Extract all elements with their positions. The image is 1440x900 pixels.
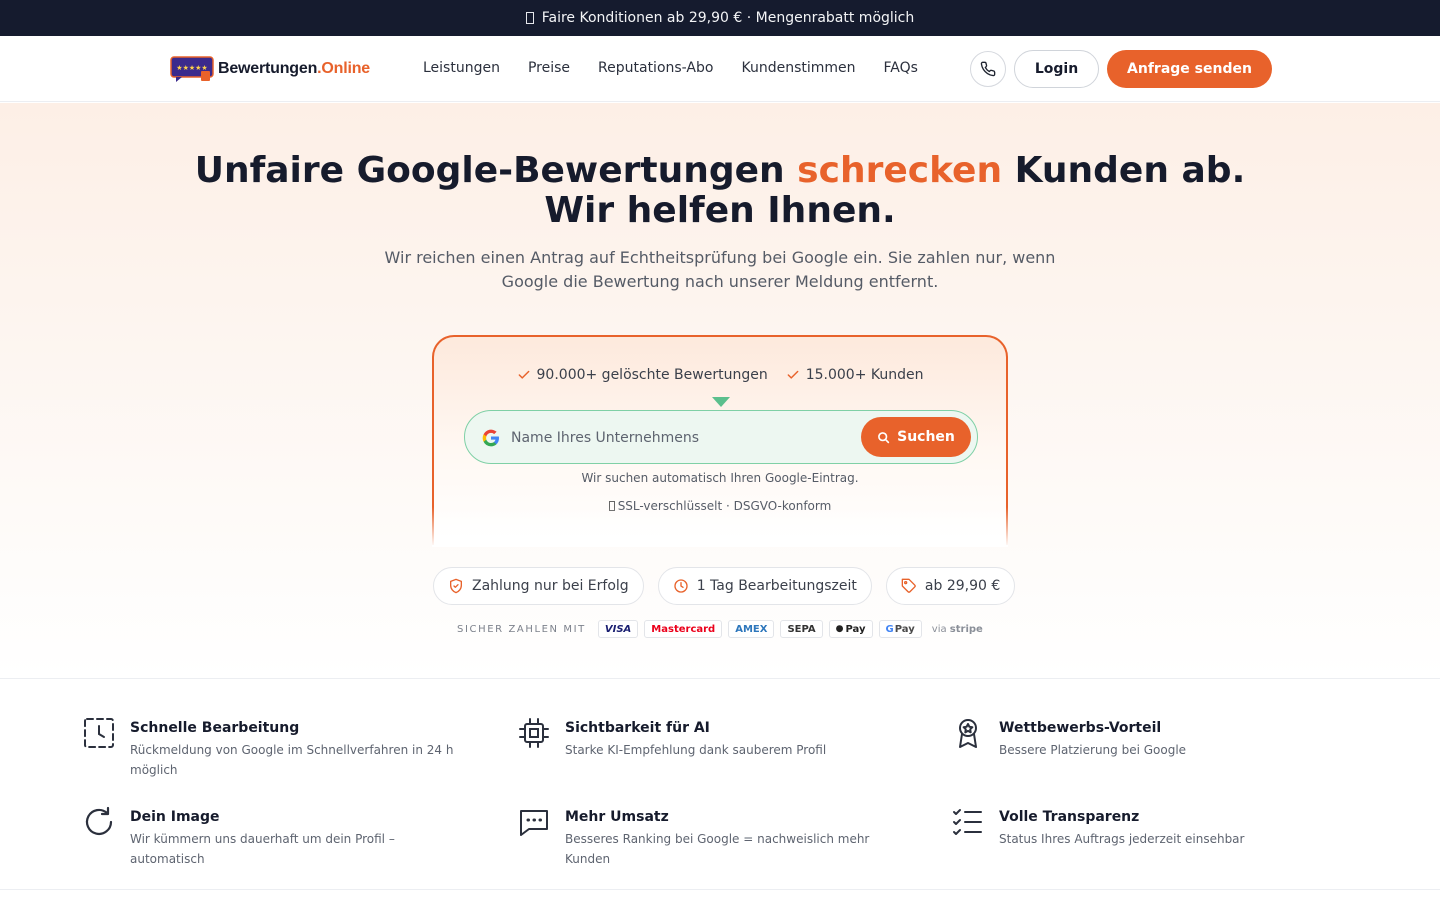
feature-desc: Rückmeldung von Google im Schnellverfahr… [130, 743, 454, 777]
feature-competitive-edge: Wettbewerbs-Vorteil Bessere Platzierung … [951, 719, 1329, 760]
login-button[interactable]: Login [1014, 50, 1099, 88]
check-icon [518, 370, 529, 379]
request-button[interactable]: Anfrage senden [1107, 50, 1272, 88]
nav-item-kundenstimmen[interactable]: Kundenstimmen [741, 60, 855, 76]
award-icon [959, 719, 977, 748]
clock-frame-icon [84, 718, 114, 748]
logo-badge-icon: ★★★★★ [170, 56, 214, 82]
payment-label: SICHER ZAHLEN MIT [457, 623, 586, 635]
nav-item-preise[interactable]: Preise [528, 60, 570, 76]
site-header: ★★★★★ Bewertungen.Online Leistungen Prei… [0, 36, 1440, 102]
section-divider-bottom [0, 889, 1440, 890]
hero-subtitle: Wir reichen einen Antrag auf Echtheitspr… [384, 248, 1056, 291]
announcement-text: Faire Konditionen ab 29,90 € · Mengenrab… [541, 10, 915, 26]
feature-fast-processing: Schnelle Bearbeitung Rückmeldung von Goo… [82, 718, 460, 780]
badge-processing-time: 1 Tag Bearbeitungszeit [657, 567, 872, 605]
hero-title: Unfaire Google-Bewertungen schrecken Kun… [194, 150, 1246, 231]
nav-item-reputations-abo[interactable]: Reputations-Abo [598, 60, 713, 76]
announcement-icon [525, 12, 534, 24]
checklist-icon [953, 809, 982, 835]
search-icon [878, 431, 890, 443]
search-button[interactable]: Suchen [861, 417, 971, 457]
feature-desc: Wir kümmern uns dauerhaft um dein Profil… [130, 832, 395, 866]
amex-logo: AMEX [728, 620, 775, 638]
badge-price: ab 29,90 € [885, 567, 1016, 605]
check-icon [787, 370, 799, 379]
feature-desc: Status Ihres Auftrags jederzeit einsehba… [999, 832, 1245, 846]
stats-row: 90.000+ gelöschte Bewertungen 15.000+ Ku… [434, 367, 1006, 383]
stat-deleted-reviews: 90.000+ gelöschte Bewertungen [517, 367, 768, 383]
mastercard-logo: Mastercard [644, 620, 723, 638]
feature-title: Mehr Umsatz [565, 809, 669, 825]
google-icon [482, 429, 499, 447]
feature-ai-visibility: Sichtbarkeit für AI Starke KI-Empfehlung… [517, 718, 895, 760]
feature-desc: Bessere Platzierung bei Google [999, 743, 1187, 757]
apple-icon: ● [835, 624, 844, 634]
section-divider [0, 678, 1440, 679]
stripe-note: via stripe [931, 623, 983, 635]
company-search: Suchen [464, 410, 978, 464]
hero-section: Unfaire Google-Bewertungen schrecken Kun… [0, 103, 1440, 677]
main-nav: Leistungen Preise Reputations-Abo Kunden… [423, 60, 918, 76]
payment-methods: SICHER ZAHLEN MIT VISA Mastercard AMEX S… [457, 620, 983, 638]
nav-item-faqs[interactable]: FAQs [884, 60, 918, 76]
clock-icon [674, 579, 688, 593]
feature-desc: Besseres Ranking bei Google = nachweisli… [565, 832, 870, 866]
logo-text: Bewertungen.Online [218, 60, 370, 77]
chip-icon [519, 718, 549, 748]
refresh-icon [85, 806, 113, 835]
google-pay-logo: G Pay [878, 620, 922, 638]
feature-title: Volle Transparenz [999, 809, 1140, 825]
apple-pay-logo: ● Pay [828, 620, 873, 638]
badge-payment-on-success: Zahlung nur bei Erfolg [433, 567, 644, 605]
company-search-input[interactable] [511, 423, 851, 453]
search-card: 90.000+ gelöschte Bewertungen 15.000+ Ku… [432, 335, 1008, 547]
feature-title: Wettbewerbs-Vorteil [999, 720, 1162, 736]
sepa-logo: SEPA [780, 620, 823, 638]
pointer-triangle-icon [712, 397, 730, 407]
feature-transparency: Volle Transparenz Status Ihres Auftrags … [951, 809, 1329, 849]
phone-icon [980, 61, 996, 77]
feature-desc: Starke KI-Empfehlung dank sauberem Profi… [565, 743, 827, 757]
feature-more-revenue: Mehr Umsatz Besseres Ranking bei Google … [517, 809, 895, 869]
nav-item-leistungen[interactable]: Leistungen [423, 60, 500, 76]
phone-button[interactable] [970, 51, 1006, 87]
google-g-icon: G [885, 623, 894, 635]
stat-customers: 15.000+ Kunden [786, 367, 923, 383]
logo[interactable]: ★★★★★ Bewertungen.Online [170, 54, 370, 84]
message-icon [520, 810, 548, 836]
trust-badges: Zahlung nur bei Erfolg 1 Tag Bearbeitung… [433, 567, 1016, 605]
tag-icon [901, 578, 916, 593]
feature-title: Sichtbarkeit für AI [565, 720, 710, 736]
shield-check-icon [450, 578, 462, 594]
search-hint: Wir suchen automatisch Ihren Google-Eint… [581, 471, 859, 485]
feature-your-image: Dein Image Wir kümmern uns dauerhaft um … [82, 806, 460, 869]
feature-title: Schnelle Bearbeitung [130, 720, 300, 736]
announcement-bar: Faire Konditionen ab 29,90 € · Mengenrab… [0, 0, 1440, 36]
svg-text:★★★★★: ★★★★★ [176, 64, 207, 72]
feature-title: Dein Image [130, 809, 220, 825]
visa-logo: VISA [597, 620, 639, 638]
